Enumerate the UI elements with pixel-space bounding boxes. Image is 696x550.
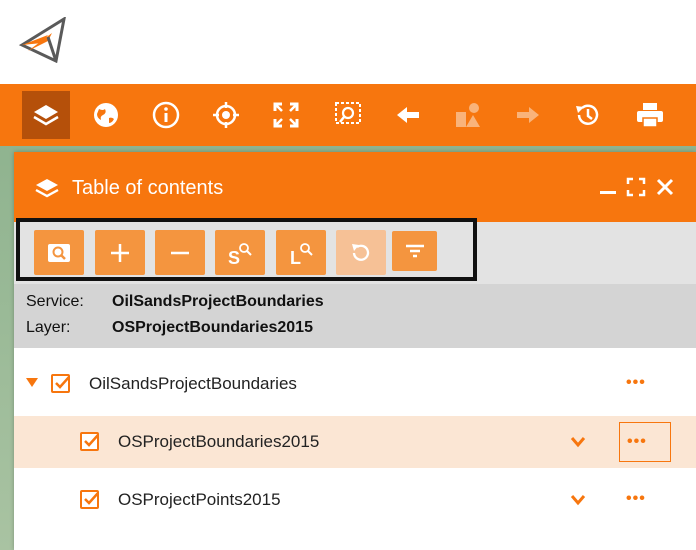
checkmark-icon: [84, 492, 99, 505]
full-extent-icon: [273, 102, 299, 128]
zoom-selection-icon: [335, 102, 361, 124]
layers-button[interactable]: [22, 91, 70, 139]
app-header: [0, 0, 696, 84]
globe-icon: [94, 103, 118, 127]
info-icon: [152, 101, 180, 129]
history-icon: [576, 104, 599, 125]
main-toolbar: [0, 84, 696, 146]
tool-row-highlight: [16, 218, 477, 281]
forward-button[interactable]: [504, 91, 552, 139]
draw-button[interactable]: [444, 91, 492, 139]
layer-value: OSProjectBoundaries2015: [112, 319, 313, 336]
layer-info: Service: OilSandsProjectBoundaries Layer…: [14, 284, 696, 348]
checkmark-icon: [84, 434, 99, 447]
tree-label: OilSandsProjectBoundaries: [89, 374, 297, 393]
close-icon[interactable]: [655, 177, 675, 197]
layer-label: Layer:: [26, 319, 71, 336]
tree-row-parent[interactable]: OilSandsProjectBoundaries •••: [14, 358, 696, 410]
full-extent-button[interactable]: [262, 91, 310, 139]
checkbox-parent[interactable]: [51, 374, 70, 393]
more-options-button[interactable]: •••: [619, 422, 671, 462]
chevron-down-icon[interactable]: [570, 436, 586, 448]
tree-row-child[interactable]: OSProjectPoints2015 •••: [14, 474, 696, 526]
arrow-right-icon: [517, 107, 539, 123]
maximize-icon[interactable]: [626, 177, 646, 197]
arrow-logo-icon: [18, 17, 66, 63]
locate-icon: [213, 102, 239, 128]
tree-label: OSProjectBoundaries2015: [118, 432, 320, 451]
layers-icon: [35, 179, 59, 198]
more-options-icon[interactable]: •••: [626, 375, 646, 391]
checkmark-icon: [55, 376, 70, 389]
panel-header: Table of contents: [14, 152, 696, 222]
print-icon: [637, 103, 663, 128]
table-of-contents-panel: Table of contents S L Service: OilSandsP…: [14, 152, 696, 550]
service-value: OilSandsProjectBoundaries: [112, 293, 324, 310]
checkbox-child[interactable]: [80, 432, 99, 451]
zoom-selection-button[interactable]: [324, 91, 372, 139]
basemap-button[interactable]: [82, 91, 130, 139]
layers-icon: [33, 105, 59, 126]
caret-down-icon[interactable]: [26, 378, 38, 388]
panel-title: Table of contents: [72, 177, 224, 199]
arrow-left-icon: [397, 107, 419, 123]
locate-button[interactable]: [202, 91, 250, 139]
more-options-icon: •••: [627, 433, 647, 450]
back-button[interactable]: [384, 91, 432, 139]
service-label: Service:: [26, 293, 84, 310]
checkbox-child[interactable]: [80, 490, 99, 509]
identify-button[interactable]: [142, 91, 190, 139]
history-button[interactable]: [564, 91, 612, 139]
shapes-icon: [456, 103, 480, 127]
minimize-icon[interactable]: [598, 177, 618, 197]
tree-label: OSProjectPoints2015: [118, 490, 281, 509]
more-options-icon[interactable]: •••: [626, 491, 646, 507]
chevron-down-icon[interactable]: [570, 494, 586, 506]
tree-row-child[interactable]: OSProjectBoundaries2015 •••: [14, 416, 696, 468]
print-button[interactable]: [626, 91, 674, 139]
